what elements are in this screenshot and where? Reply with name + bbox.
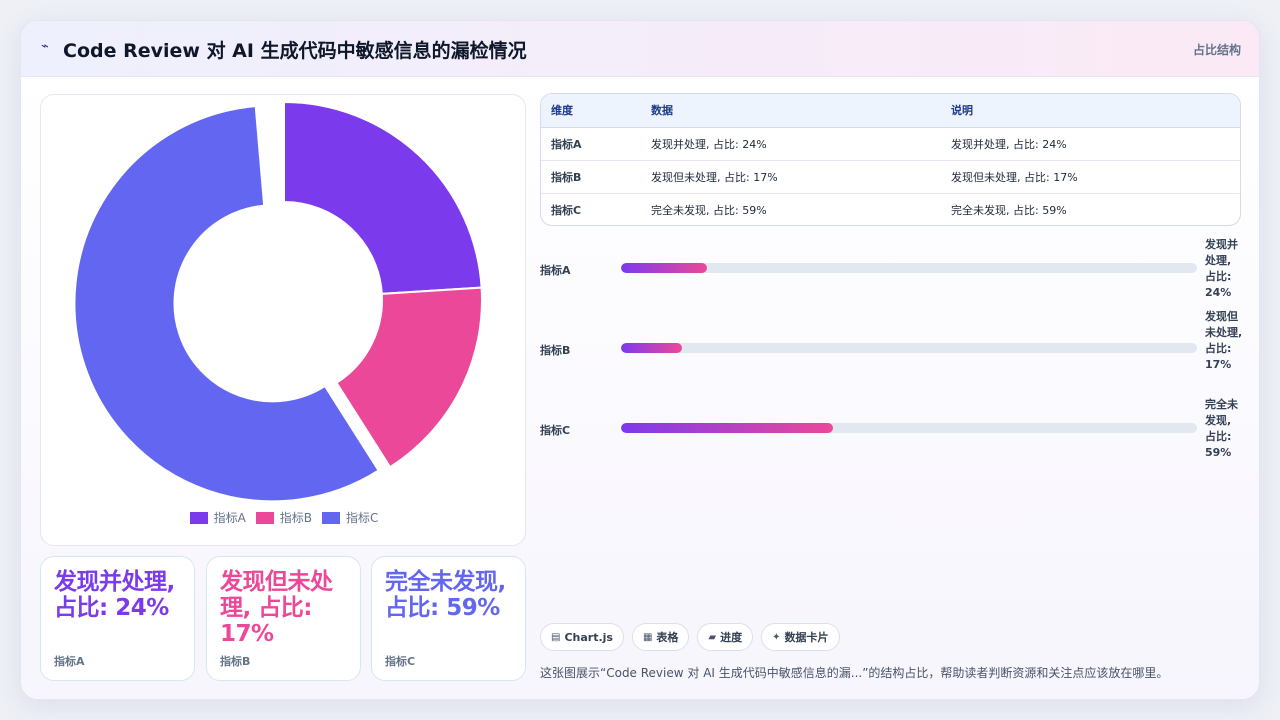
progress-row-c: 指标C 完全未发现, 占比: 59% bbox=[540, 398, 1241, 459]
progress-fill-a bbox=[621, 263, 708, 273]
legend-swatch-b bbox=[255, 511, 274, 524]
progress-value-b: 发现但未处理, 占比: 17% bbox=[1205, 310, 1243, 371]
kpi-value-c: 完全未发现, 占比: 59% bbox=[385, 569, 506, 621]
progress-row-b: 指标B 发现但未处理, 占比: 17% bbox=[540, 310, 1242, 371]
table-cell: 发现但未处理, 占比: 17% bbox=[941, 160, 1240, 194]
progress-track-c bbox=[621, 423, 1197, 433]
progress-label-c: 指标C bbox=[540, 424, 571, 437]
chip-chartjs[interactable]: ▤ Chart.js bbox=[540, 623, 624, 651]
report-card: ⌁ Code Review 对 AI 生成代码中敏感信息的漏检情况 占比结构 指… bbox=[20, 20, 1260, 700]
table-icon: ▦ bbox=[642, 631, 653, 643]
chip-table[interactable]: ▦ 表格 bbox=[631, 623, 690, 651]
chart-caption: 这张图展示“Code Review 对 AI 生成代码中敏感信息的漏...”的结… bbox=[540, 666, 1169, 680]
table-header-note: 说明 bbox=[941, 94, 1240, 128]
table-cell: 指标B bbox=[541, 160, 641, 194]
kpi-value-a: 发现并处理, 占比: 24% bbox=[54, 569, 175, 621]
data-table: 维度 数据 说明 指标A 发现并处理, 占比: 24% 发现并处理, 占比: 2… bbox=[540, 93, 1241, 226]
kpi-card-c: 完全未发现, 占比: 59% 指标C bbox=[371, 556, 526, 681]
progress-row-a: 指标A 发现并处理, 占比: 24% bbox=[540, 238, 1241, 299]
legend-label-b: 指标B bbox=[279, 511, 313, 525]
table-cell: 完全未发现, 占比: 59% bbox=[651, 203, 767, 217]
table-header-data: 数据 bbox=[641, 94, 941, 128]
chip-progress[interactable]: ▰ 进度 bbox=[697, 623, 754, 651]
legend-item-a[interactable]: 指标A bbox=[189, 509, 246, 526]
doughnut-chart-panel: 指标A 指标B 指标C bbox=[40, 94, 526, 546]
kpi-card-a: 发现并处理, 占比: 24% 指标A bbox=[40, 556, 195, 681]
progress-label-a: 指标A bbox=[540, 264, 571, 277]
progress-track-a bbox=[621, 263, 1197, 273]
table-header-row: 维度 数据 说明 bbox=[541, 94, 1240, 128]
tech-chips: ▤ Chart.js ▦ 表格 ▰ 进度 ✦ 数据卡片 bbox=[540, 623, 840, 651]
legend-label-a: 指标A bbox=[213, 511, 246, 525]
page-title: Code Review 对 AI 生成代码中敏感信息的漏检情况 bbox=[63, 40, 527, 62]
progress-fill-b bbox=[621, 343, 683, 353]
chip-label: 数据卡片 bbox=[784, 631, 829, 644]
chip-label: 表格 bbox=[656, 631, 679, 644]
legend-swatch-a bbox=[189, 511, 208, 524]
table-cell: 完全未发现, 占比: 59% bbox=[951, 203, 1067, 217]
kpi-label-b: 指标B bbox=[220, 655, 251, 668]
legend-swatch-c bbox=[322, 511, 341, 524]
kpi-value-b: 发现但未处理, 占比: 17% bbox=[220, 569, 333, 647]
kpi-label-a: 指标A bbox=[54, 655, 85, 668]
chart-icon: ▤ bbox=[551, 631, 561, 643]
progress-icon: ▰ bbox=[708, 631, 717, 643]
table-cell: 发现并处理, 占比: 24% bbox=[641, 127, 941, 161]
table-cell: 指标A bbox=[541, 127, 641, 161]
legend-item-c[interactable]: 指标C bbox=[322, 509, 378, 526]
kpi-label-c: 指标C bbox=[385, 655, 416, 668]
sparkle-icon: ✦ bbox=[772, 631, 781, 643]
progress-fill-c bbox=[621, 423, 833, 433]
table-cell: 发现但未处理, 占比: 17% bbox=[641, 160, 941, 194]
progress-value-c: 完全未发现, 占比: 59% bbox=[1205, 398, 1238, 459]
table-row: 指标A 发现并处理, 占比: 24% 发现并处理, 占比: 24% bbox=[541, 127, 1240, 161]
table-row: 指标B 发现但未处理, 占比: 17% 发现但未处理, 占比: 17% bbox=[541, 160, 1240, 194]
table-cell: 指标C bbox=[551, 203, 582, 217]
chip-label: Chart.js bbox=[564, 630, 613, 644]
table-cell: 发现并处理, 占比: 24% bbox=[941, 127, 1240, 161]
chip-label: 进度 bbox=[720, 631, 743, 644]
doughnut-slice-a[interactable] bbox=[283, 100, 483, 295]
chart-legend: 指标A 指标B 指标C bbox=[41, 509, 527, 526]
progress-track-b bbox=[621, 343, 1197, 353]
doughnut-chart bbox=[73, 100, 483, 503]
kpi-card-b: 发现但未处理, 占比: 17% 指标B bbox=[206, 556, 361, 681]
table-row: 指标C 完全未发现, 占比: 59% 完全未发现, 占比: 59% bbox=[541, 193, 1240, 225]
chip-data-card[interactable]: ✦ 数据卡片 bbox=[761, 623, 840, 651]
sparkline-icon: ⌁ bbox=[41, 39, 49, 54]
progress-label-b: 指标B bbox=[540, 344, 571, 357]
header-tag: 占比结构 bbox=[1192, 43, 1241, 57]
legend-item-b[interactable]: 指标B bbox=[255, 509, 313, 526]
legend-label-c: 指标C bbox=[346, 511, 379, 525]
table-header-dimension: 维度 bbox=[541, 94, 641, 128]
progress-value-a: 发现并处理, 占比: 24% bbox=[1205, 238, 1238, 299]
card-header: ⌁ Code Review 对 AI 生成代码中敏感信息的漏检情况 占比结构 bbox=[21, 21, 1259, 77]
